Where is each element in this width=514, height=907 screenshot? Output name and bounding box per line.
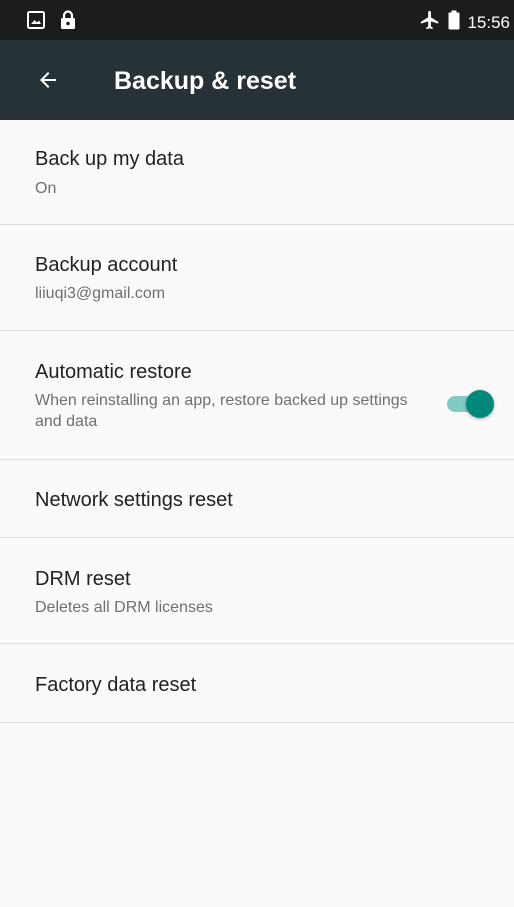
item-summary: Deletes all DRM licenses bbox=[35, 599, 213, 616]
status-right: 15:56 bbox=[419, 9, 510, 36]
list-item-factory-data-reset[interactable]: Factory data reset bbox=[0, 644, 514, 723]
list-item-automatic-restore[interactable]: Automatic restore When reinstalling an a… bbox=[0, 331, 514, 460]
page-title: Backup & reset bbox=[114, 67, 297, 95]
arrow-back-icon bbox=[36, 68, 60, 97]
settings-list: Back up my data On Backup account liiuqi… bbox=[0, 120, 514, 723]
airplane-mode-icon bbox=[419, 9, 441, 36]
list-item-back-up-my-data[interactable]: Back up my data On bbox=[0, 120, 514, 225]
item-title: Backup account bbox=[35, 254, 178, 276]
status-bar: 15:56 bbox=[0, 0, 514, 40]
item-title: Automatic restore bbox=[35, 361, 192, 383]
item-title: Factory data reset bbox=[35, 674, 197, 696]
item-summary: When reinstalling an app, restore backed… bbox=[35, 392, 408, 430]
list-item-drm-reset[interactable]: DRM reset Deletes all DRM licenses bbox=[0, 538, 514, 644]
item-summary: On bbox=[35, 180, 57, 197]
toggle-thumb bbox=[466, 390, 494, 418]
battery-icon bbox=[448, 10, 460, 35]
back-button[interactable] bbox=[24, 58, 72, 106]
item-title: DRM reset bbox=[35, 568, 131, 590]
app-bar: Backup & reset bbox=[0, 40, 514, 120]
status-left bbox=[27, 10, 77, 35]
item-title: Network settings reset bbox=[35, 489, 233, 511]
item-summary: liiuqi3@gmail.com bbox=[35, 285, 166, 302]
list-item-backup-account[interactable]: Backup account liiuqi3@gmail.com bbox=[0, 225, 514, 331]
image-notification-icon bbox=[27, 11, 45, 34]
item-title: Back up my data bbox=[35, 148, 184, 170]
list-item-network-settings-reset[interactable]: Network settings reset bbox=[0, 460, 514, 538]
status-clock: 15:56 bbox=[467, 12, 510, 32]
automatic-restore-toggle[interactable] bbox=[447, 390, 495, 418]
lock-icon bbox=[59, 10, 77, 35]
